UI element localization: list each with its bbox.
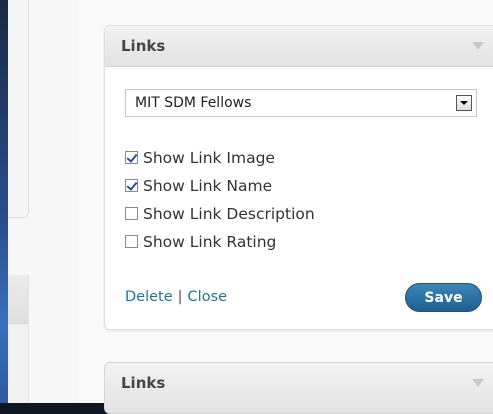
left-panel-top: [8, 0, 29, 218]
widget-title-bar[interactable]: Links: [105, 363, 493, 403]
checkbox-show-link-description[interactable]: [125, 207, 138, 220]
select-value: MIT SDM Fellows: [135, 95, 252, 111]
option-show-link-image[interactable]: Show Link Image: [125, 148, 275, 168]
widget-title: Links: [121, 374, 166, 392]
option-show-link-rating[interactable]: Show Link Rating: [125, 232, 276, 252]
checkbox-show-link-rating[interactable]: [125, 235, 138, 248]
widget-title: Links: [121, 37, 166, 55]
option-label: Show Link Description: [143, 205, 315, 223]
option-show-link-description[interactable]: Show Link Description: [125, 204, 315, 224]
option-label: Show Link Rating: [143, 233, 277, 251]
left-panel-bottom: [8, 275, 29, 403]
collapse-arrow-icon[interactable]: [472, 379, 484, 387]
widget-actions: Delete | Close: [125, 289, 227, 305]
save-button[interactable]: Save: [405, 283, 482, 312]
links-widget: Links MIT SDM Fellows Show Link Image Sh…: [104, 25, 493, 330]
separator: |: [177, 289, 183, 305]
close-link[interactable]: Close: [188, 289, 228, 305]
left-sidebar: [8, 0, 78, 403]
checkbox-show-link-image[interactable]: [125, 151, 138, 164]
dropdown-arrow-icon[interactable]: [456, 95, 472, 111]
checkbox-show-link-name[interactable]: [125, 179, 138, 192]
collapse-arrow-icon[interactable]: [472, 42, 484, 50]
left-panel-header: [8, 275, 28, 324]
link-category-select[interactable]: MIT SDM Fellows: [125, 89, 477, 117]
option-label: Show Link Image: [143, 149, 275, 167]
widget-title-bar[interactable]: Links: [105, 26, 493, 67]
delete-link[interactable]: Delete: [125, 289, 173, 305]
links-widget-collapsed: Links: [104, 362, 493, 414]
option-label: Show Link Name: [143, 177, 273, 195]
option-show-link-name[interactable]: Show Link Name: [125, 176, 272, 196]
